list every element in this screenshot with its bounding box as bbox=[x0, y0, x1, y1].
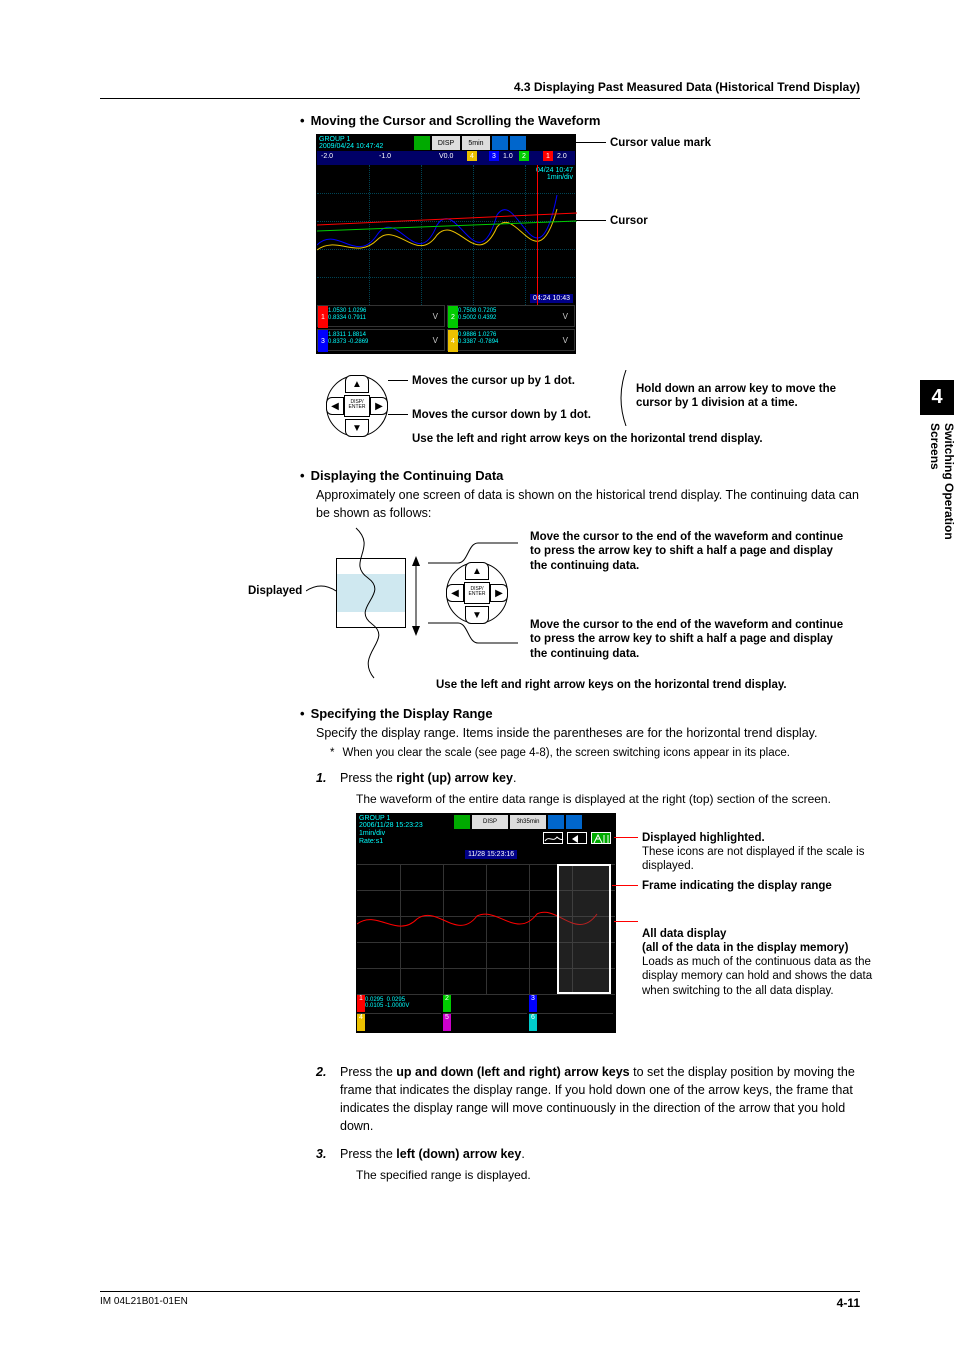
arrow-down-icon[interactable]: ▼ bbox=[345, 419, 369, 437]
heading-moving-cursor: •Moving the Cursor and Scrolling the Wav… bbox=[300, 113, 860, 128]
page-number: 4-11 bbox=[837, 1296, 860, 1310]
callout-horiz-2: Use the left and right arrow keys on the… bbox=[436, 678, 876, 692]
arrow-left-icon[interactable]: ◀ bbox=[326, 397, 344, 415]
callout-displayed-hl-sub: These icons are not displayed if the sca… bbox=[642, 845, 872, 874]
timestamp-label: 11/28 15:23:16 bbox=[465, 850, 517, 859]
page-footer: IM 04L21B01-01EN 4-11 bbox=[100, 1291, 860, 1310]
zoom-icon bbox=[548, 815, 564, 829]
doc-id: IM 04L21B01-01EN bbox=[100, 1296, 188, 1310]
chapter-side-tab: 4 Switching Operation Screens bbox=[920, 380, 954, 550]
callout-move-down: Move the cursor to the end of the wavefo… bbox=[530, 618, 850, 661]
display-range-frame bbox=[557, 864, 611, 994]
step-1-sub: The waveform of the entire data range is… bbox=[356, 791, 860, 807]
all-data-icon bbox=[591, 832, 611, 844]
screenshot-historical-trend: GROUP 1 2009/04/24 10:47:42 DISP 5min -2… bbox=[316, 134, 576, 354]
arrow-right-icon[interactable]: ▶ bbox=[370, 397, 388, 415]
callout-all-data-bold: (all of the data in the display memory) bbox=[642, 941, 882, 955]
chapter-title-vertical: Switching Operation Screens bbox=[920, 415, 954, 585]
disp-badge: DISP bbox=[472, 815, 508, 829]
heading-continuing-data: •Displaying the Continuing Data bbox=[300, 468, 860, 483]
callout-cursor: Cursor bbox=[610, 214, 648, 228]
callout-cursor-down: Moves the cursor down by 1 dot. bbox=[412, 408, 622, 422]
dpad-control-2: ▲ ▼ ◀ ▶ DISP/ ENTER bbox=[446, 562, 508, 624]
callout-cursor-up: Moves the cursor up by 1 dot. bbox=[412, 374, 622, 388]
continuing-diagram bbox=[316, 528, 436, 678]
disp-enter-button[interactable]: DISP/ ENTER bbox=[344, 395, 370, 417]
page-content: 4.3 Displaying Past Measured Data (Histo… bbox=[100, 80, 860, 1184]
callout-horiz-1: Use the left and right arrow keys on the… bbox=[412, 432, 852, 446]
disp-enter-button[interactable]: DISP/ ENTER bbox=[464, 582, 490, 604]
callout-hold-arrow: Hold down an arrow key to move the curso… bbox=[636, 382, 866, 411]
callout-cursor-mark: Cursor value mark bbox=[610, 136, 711, 150]
people-icon bbox=[414, 136, 430, 150]
people-icon bbox=[454, 815, 470, 829]
dpad-control: ▲ ▼ ◀ ▶ DISP/ ENTER bbox=[326, 375, 388, 437]
zoom-icon bbox=[492, 136, 508, 150]
callout-frame: Frame indicating the display range bbox=[642, 879, 872, 893]
screenshot-display-range: GROUP 1 2006/11/28 15:23:23 DISP 3h35min… bbox=[356, 813, 616, 1033]
all-data-icon-arrow bbox=[567, 832, 587, 844]
step-2: 2. Press the up and down (left and right… bbox=[316, 1063, 860, 1136]
cursor-mark-icon bbox=[510, 136, 526, 150]
arrow-up-icon[interactable]: ▲ bbox=[345, 375, 369, 393]
cursor-line bbox=[537, 165, 538, 305]
step-3-sub: The specified range is displayed. bbox=[356, 1167, 860, 1183]
callout-all-data-sub: Loads as much of the continuous data as … bbox=[642, 955, 882, 998]
callout-move-up: Move the cursor to the end of the wavefo… bbox=[530, 530, 850, 573]
display-range-intro: Specify the display range. Items inside … bbox=[316, 725, 860, 743]
callout-all-data-title: All data display bbox=[642, 927, 726, 941]
continuing-intro: Approximately one screen of data is show… bbox=[316, 487, 860, 522]
arrow-left-icon[interactable]: ◀ bbox=[446, 584, 464, 602]
chapter-number: 4 bbox=[920, 380, 954, 415]
rate-badge: 5min bbox=[462, 136, 490, 150]
step-1: 1. Press the right (up) arrow key. bbox=[316, 769, 860, 787]
cursor-mark-icon bbox=[566, 815, 582, 829]
step-3: 3. Press the left (down) arrow key. bbox=[316, 1145, 860, 1163]
rate-badge: 3h35min bbox=[510, 815, 546, 829]
arrow-right-icon[interactable]: ▶ bbox=[490, 584, 508, 602]
callout-displayed-hl: Displayed highlighted. bbox=[642, 831, 765, 845]
wave-icon bbox=[543, 832, 563, 844]
disp-badge: DISP bbox=[432, 136, 460, 150]
section-header: 4.3 Displaying Past Measured Data (Histo… bbox=[100, 80, 860, 99]
display-range-footnote: *When you clear the scale (see page 4-8)… bbox=[330, 747, 860, 759]
heading-display-range: •Specifying the Display Range bbox=[300, 706, 860, 721]
displayed-label: Displayed bbox=[248, 584, 302, 598]
